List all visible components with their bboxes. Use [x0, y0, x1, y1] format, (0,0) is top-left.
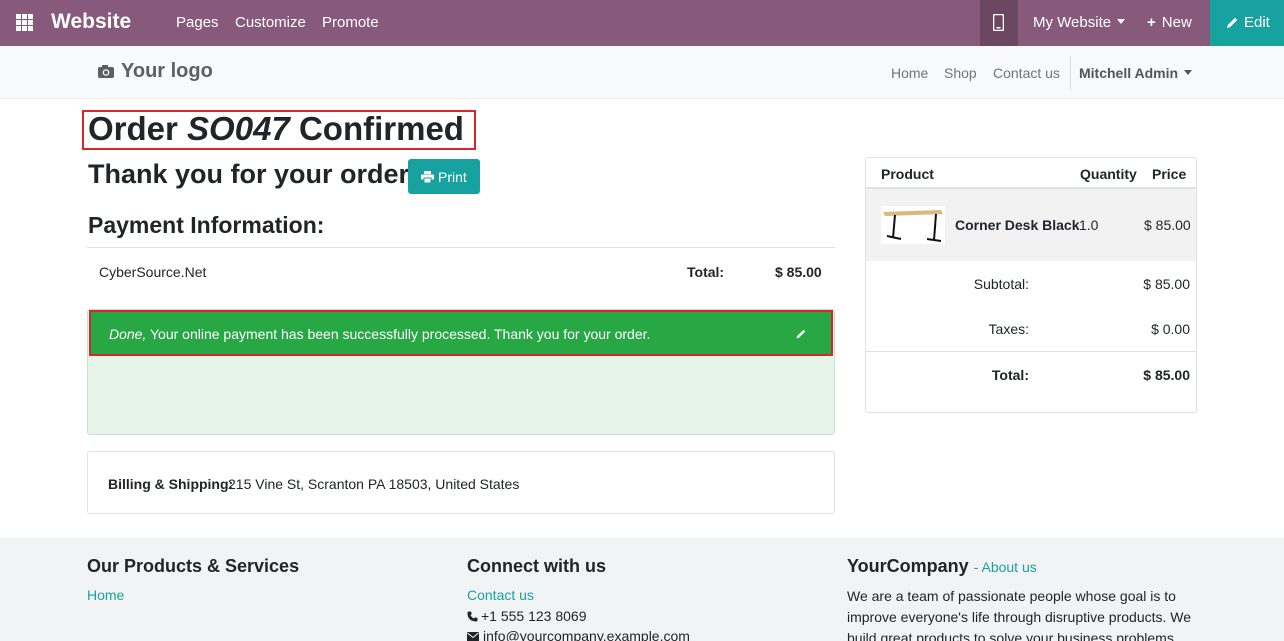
- total-divider: [866, 351, 1196, 352]
- menu-promote[interactable]: Promote: [322, 14, 379, 31]
- total-value: $ 85.00: [1143, 367, 1190, 383]
- payment-status-message: Done, Your online payment has been succe…: [109, 326, 650, 342]
- nav-home[interactable]: Home: [891, 65, 928, 81]
- product-quantity: 1.0: [1079, 217, 1099, 233]
- printer-icon: [421, 171, 434, 183]
- footer-company-heading: YourCompany - About us: [847, 556, 1037, 577]
- pencil-icon[interactable]: [796, 328, 807, 339]
- payment-success-alert: Done, Your online payment has been succe…: [89, 310, 833, 356]
- total-label: Total:: [991, 367, 1029, 383]
- payment-total-label: Total:: [687, 264, 725, 280]
- my-website-label: My Website: [1033, 14, 1112, 31]
- caret-down-icon: [1117, 19, 1126, 24]
- footer-home-link[interactable]: Home: [87, 587, 124, 603]
- new-button[interactable]: + New: [1147, 14, 1192, 31]
- billing-address: 215 Vine St, Scranton PA 18503, United S…: [228, 476, 520, 492]
- product-name: Corner Desk Black: [955, 217, 1080, 233]
- order-reference: SO047: [187, 110, 290, 147]
- title-prefix: Order: [88, 110, 178, 147]
- subtotal-value: $ 85.00: [1143, 276, 1190, 292]
- subtotal-label: Subtotal:: [973, 276, 1029, 292]
- print-label: Print: [438, 169, 467, 185]
- mobile-preview-button[interactable]: [980, 0, 1018, 46]
- payment-total-value: $ 85.00: [775, 264, 822, 280]
- product-price: $ 85.00: [1144, 217, 1191, 233]
- footer-email: info@yourcompany.example.com: [467, 628, 690, 641]
- footer-products-heading: Our Products & Services: [87, 556, 300, 576]
- camera-icon: [98, 65, 114, 78]
- thank-you-heading: Thank you for your order.: [88, 159, 416, 189]
- payment-acquirer: CyberSource.Net: [99, 264, 207, 280]
- product-image[interactable]: [881, 206, 945, 244]
- pencil-icon: [1227, 17, 1238, 28]
- taxes-value: $ 0.00: [1151, 321, 1190, 337]
- footer-contact-link[interactable]: Contact us: [467, 587, 534, 603]
- payment-information-heading: Payment Information:: [88, 212, 325, 238]
- order-summary-card: Product Quantity Price Corner Desk Black…: [865, 157, 1197, 413]
- site-footer: Our Products & Services Home Connect wit…: [0, 538, 1284, 641]
- billing-shipping-box: Billing & Shipping: 215 Vine St, Scranto…: [87, 451, 835, 514]
- col-product-header: Product: [881, 166, 934, 182]
- menu-customize[interactable]: Customize: [235, 14, 306, 31]
- nav-contact-us[interactable]: Contact us: [993, 65, 1060, 81]
- logo-text: Your logo: [121, 60, 213, 82]
- apps-menu-icon[interactable]: [16, 14, 34, 32]
- admin-navbar: Website Pages Customize Promote My Websi…: [0, 0, 1284, 46]
- new-label: New: [1161, 14, 1192, 31]
- taxes-label: Taxes:: [988, 321, 1029, 337]
- phone-number: +1 555 123 8069: [481, 608, 587, 624]
- edit-button[interactable]: Edit: [1210, 0, 1284, 46]
- nav-divider: [1070, 56, 1071, 90]
- footer-connect-heading: Connect with us: [467, 556, 606, 576]
- title-suffix: Confirmed: [298, 110, 464, 147]
- plus-icon: +: [1147, 14, 1156, 31]
- caret-down-icon: [1184, 70, 1193, 75]
- app-brand[interactable]: Website: [51, 10, 131, 34]
- status-text: Your online payment has been successfull…: [150, 326, 651, 342]
- phone-icon: [467, 611, 478, 622]
- col-price-header: Price: [1152, 166, 1187, 182]
- company-name: YourCompany: [847, 556, 969, 576]
- footer-phone: +1 555 123 8069: [467, 608, 587, 624]
- nav-shop[interactable]: Shop: [944, 65, 977, 81]
- print-button[interactable]: Print: [408, 159, 480, 194]
- order-line-row: Corner Desk Black 1.0 $ 85.00: [866, 189, 1196, 261]
- envelope-icon: [467, 632, 479, 641]
- footer-company-description: We are a team of passionate people whose…: [847, 588, 1192, 641]
- mobile-icon: [993, 14, 1004, 31]
- desk-image: [883, 210, 943, 242]
- edit-label: Edit: [1244, 14, 1270, 31]
- my-website-dropdown[interactable]: My Website: [1033, 14, 1126, 31]
- user-name: Mitchell Admin: [1079, 65, 1179, 81]
- page-title: Order SO047 Confirmed: [88, 110, 464, 148]
- col-quantity-header: Quantity: [1080, 166, 1137, 182]
- menu-pages[interactable]: Pages: [176, 14, 219, 31]
- footer-about-link[interactable]: About us: [981, 559, 1036, 575]
- payment-row: CyberSource.Net Total: $ 85.00: [87, 247, 835, 293]
- user-menu[interactable]: Mitchell Admin: [1079, 65, 1193, 81]
- site-header: Your logo Home Shop Contact us Mitchell …: [0, 46, 1284, 99]
- status-done: Done,: [109, 326, 147, 342]
- site-logo[interactable]: Your logo: [97, 60, 213, 83]
- billing-label: Billing & Shipping:: [108, 476, 234, 492]
- email-address: info@yourcompany.example.com: [483, 628, 690, 641]
